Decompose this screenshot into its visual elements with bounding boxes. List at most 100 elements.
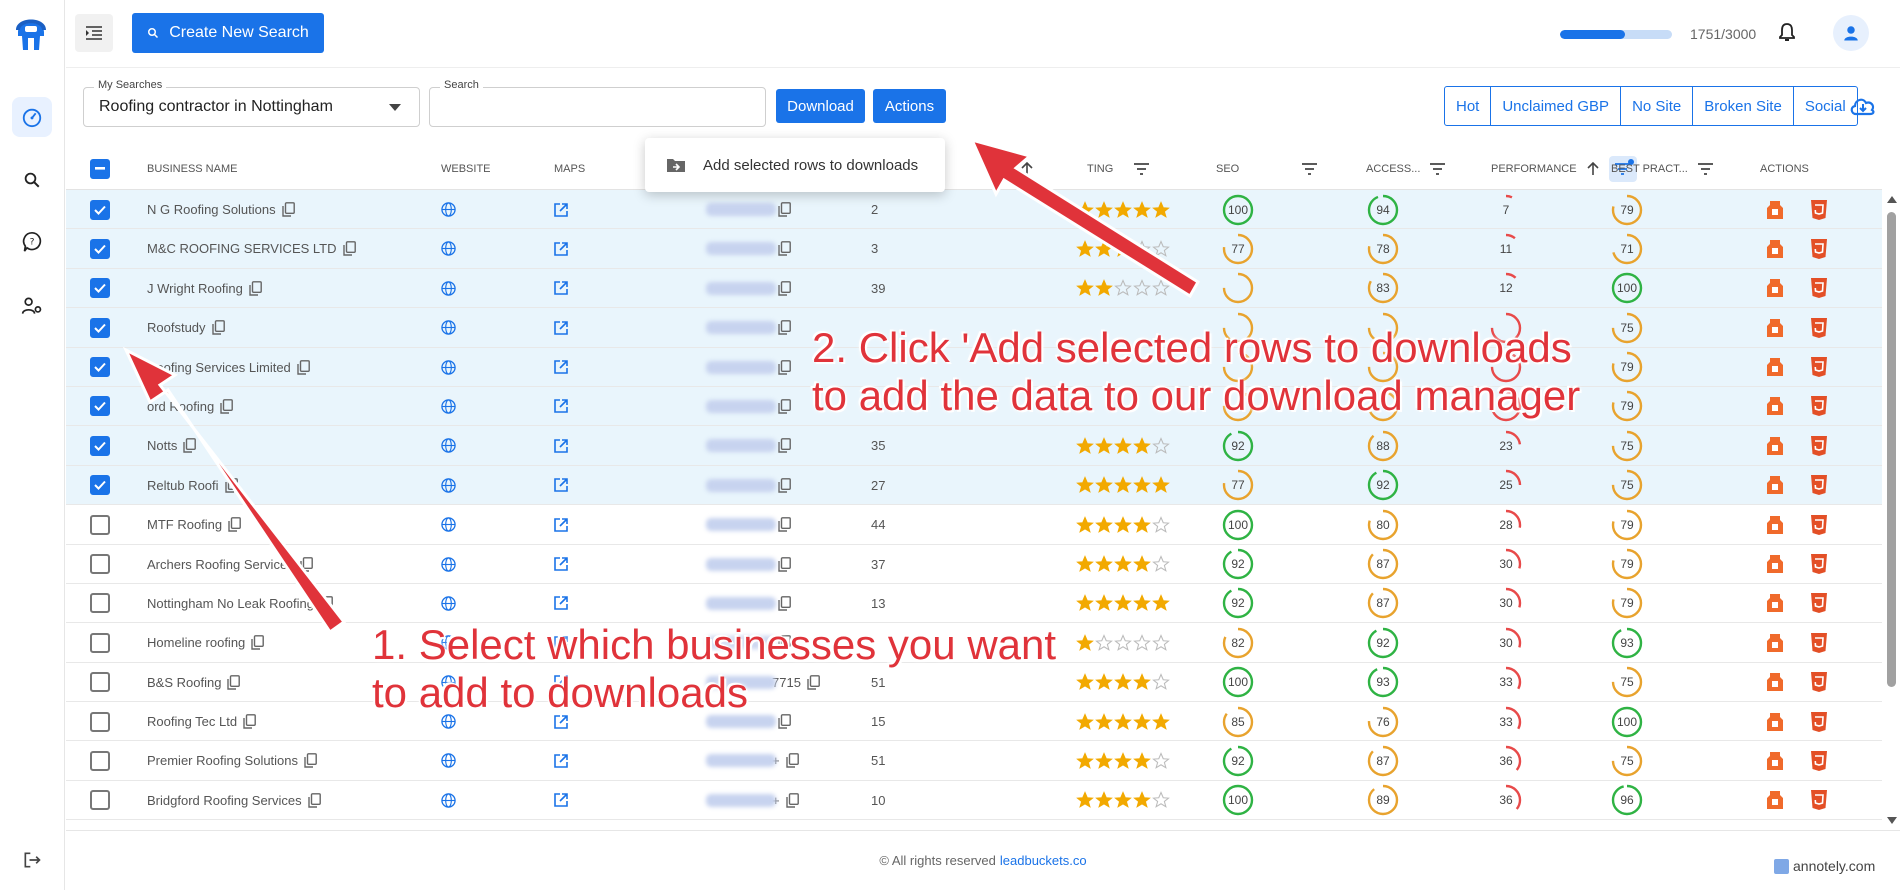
seo-filter-button[interactable]	[1302, 148, 1317, 190]
copy-icon[interactable]	[778, 241, 791, 257]
html5-icon[interactable]	[1810, 238, 1828, 260]
website-link[interactable]	[441, 741, 456, 780]
copy-icon[interactable]	[778, 714, 791, 729]
copy-icon[interactable]	[342, 241, 356, 257]
maps-link[interactable]	[554, 308, 568, 347]
website-link[interactable]	[441, 308, 456, 347]
website-link[interactable]	[441, 229, 456, 268]
copy-icon[interactable]	[778, 596, 791, 611]
html5-icon[interactable]	[1810, 553, 1828, 575]
copy-icon[interactable]	[251, 635, 265, 650]
website-link[interactable]	[441, 545, 456, 584]
copy-icon[interactable]	[211, 320, 225, 335]
maps-link[interactable]	[554, 348, 568, 387]
header-rating[interactable]: TING	[1087, 148, 1113, 190]
copy-icon[interactable]	[243, 714, 257, 729]
copy-icon[interactable]	[183, 438, 197, 454]
copy-icon[interactable]	[297, 359, 310, 375]
copy-icon[interactable]	[220, 399, 234, 414]
website-link[interactable]	[441, 426, 456, 465]
row-checkbox[interactable]	[90, 702, 110, 741]
copy-icon[interactable]	[281, 202, 295, 217]
maps-link[interactable]	[554, 229, 568, 268]
header-accessibility[interactable]: ACCESS...	[1366, 148, 1446, 190]
website-link[interactable]	[441, 505, 456, 544]
html5-icon[interactable]	[1810, 789, 1828, 811]
menu-toggle-button[interactable]	[75, 14, 113, 52]
header-business-name[interactable]: BUSINESS NAME	[147, 148, 237, 190]
copy-icon[interactable]	[228, 517, 242, 532]
download-button[interactable]: Download	[776, 89, 865, 123]
row-checkbox[interactable]	[90, 269, 110, 308]
maps-link[interactable]	[554, 741, 568, 780]
header-seo[interactable]: SEO	[1216, 148, 1239, 190]
html5-icon[interactable]	[1810, 671, 1828, 693]
rating-filter-button[interactable]	[1134, 148, 1149, 190]
copy-icon[interactable]	[304, 753, 317, 769]
website-link[interactable]	[441, 466, 456, 505]
copy-icon[interactable]	[320, 596, 333, 611]
copy-icon[interactable]	[227, 674, 241, 690]
my-searches-select[interactable]: My Searches Roofing contractor in Nottin…	[83, 79, 420, 127]
cloud-download-button[interactable]	[1849, 95, 1877, 122]
app-logo[interactable]	[12, 12, 50, 56]
row-checkbox[interactable]	[90, 229, 110, 268]
maps-link[interactable]	[554, 426, 568, 465]
copy-icon[interactable]	[249, 280, 262, 296]
header-sort-arrow[interactable]	[1020, 148, 1034, 190]
copy-icon[interactable]	[778, 280, 791, 296]
row-checkbox[interactable]	[90, 466, 110, 505]
maps-link[interactable]	[554, 781, 568, 820]
maps-link[interactable]	[554, 387, 568, 426]
html5-icon[interactable]	[1810, 632, 1828, 654]
report-icon[interactable]	[1766, 553, 1784, 575]
table-row[interactable]: Reltub Roofi 27 77 92 25 75	[66, 465, 1882, 506]
copy-icon[interactable]	[224, 477, 238, 493]
maps-link[interactable]	[554, 505, 568, 544]
report-icon[interactable]	[1766, 514, 1784, 536]
copy-icon[interactable]	[778, 320, 791, 335]
filter-social[interactable]: Social	[1794, 87, 1857, 125]
report-icon[interactable]	[1766, 317, 1784, 339]
logout-button[interactable]	[12, 840, 52, 880]
report-icon[interactable]	[1766, 395, 1784, 417]
sidebar-item-dashboard[interactable]	[12, 97, 52, 137]
add-selected-rows-menu-item[interactable]: Add selected rows to downloads	[667, 157, 918, 174]
search-input[interactable]: Search	[429, 79, 766, 127]
filter-hot[interactable]: Hot	[1445, 87, 1492, 125]
html5-icon[interactable]	[1810, 199, 1828, 221]
html5-icon[interactable]	[1810, 750, 1828, 772]
table-row[interactable]: Roofing Tec Ltd 15 85 76 33 100	[66, 702, 1882, 742]
table-row[interactable]: Bridgford Roofing Services +10 100 89 36 96	[66, 781, 1882, 821]
table-row[interactable]: Nottingham No Leak Roofing 13 92 87 30 79	[66, 584, 1882, 624]
row-checkbox[interactable]	[90, 190, 110, 229]
html5-icon[interactable]	[1810, 435, 1828, 457]
copy-icon[interactable]	[778, 438, 791, 454]
report-icon[interactable]	[1766, 750, 1784, 772]
row-checkbox[interactable]	[90, 623, 110, 662]
row-checkbox[interactable]	[90, 663, 110, 702]
scrollbar-thumb[interactable]	[1887, 212, 1896, 687]
row-checkbox[interactable]	[90, 781, 110, 820]
html5-icon[interactable]	[1810, 395, 1828, 417]
create-new-search-button[interactable]: Create New Search	[132, 13, 324, 53]
footer-link[interactable]: leadbuckets.co	[1000, 853, 1087, 868]
row-checkbox[interactable]	[90, 348, 110, 387]
copy-icon[interactable]	[778, 556, 791, 572]
report-icon[interactable]	[1766, 435, 1784, 457]
report-icon[interactable]	[1766, 474, 1784, 496]
report-icon[interactable]	[1766, 671, 1784, 693]
report-icon[interactable]	[1766, 789, 1784, 811]
maps-link[interactable]	[554, 190, 568, 229]
maps-link[interactable]	[554, 466, 568, 505]
copy-icon[interactable]	[778, 202, 791, 217]
row-checkbox[interactable]	[90, 426, 110, 465]
table-row[interactable]: J Wright Roofing 39 83 12 100	[66, 268, 1882, 309]
report-icon[interactable]	[1766, 199, 1784, 221]
html5-icon[interactable]	[1810, 592, 1828, 614]
report-icon[interactable]	[1766, 356, 1784, 378]
html5-icon[interactable]	[1810, 356, 1828, 378]
filter-no-site[interactable]: No Site	[1621, 87, 1694, 125]
maps-link[interactable]	[554, 545, 568, 584]
header-best-practices[interactable]: BEST PRACT...	[1611, 148, 1713, 190]
